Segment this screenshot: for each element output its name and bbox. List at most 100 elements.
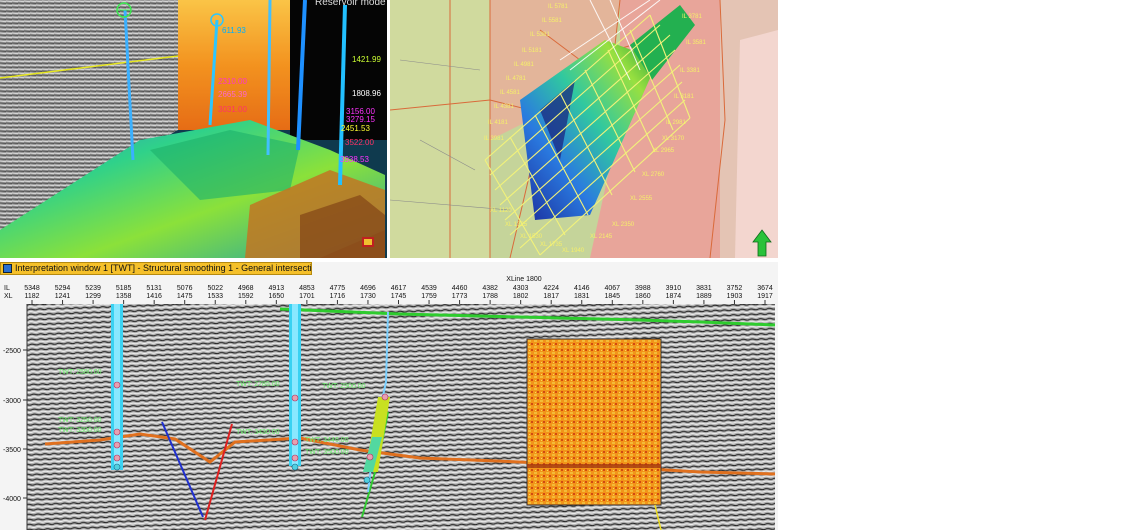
xl-tick-label: 1182	[24, 293, 39, 300]
well-label: 1421.99	[352, 55, 381, 64]
il-tick-label: 4913	[269, 285, 285, 292]
il-label: IL 4181	[488, 120, 508, 126]
depth-tick: -3000	[3, 398, 21, 405]
well-top-label: TWT: 2580.00	[58, 369, 102, 376]
xl-label: XL 2350	[612, 222, 635, 228]
xl-label: XL 2145	[590, 234, 613, 240]
xl-label: XL 2555	[630, 196, 653, 202]
xl-tick-label: 1802	[513, 293, 529, 300]
il-label: IL 3981	[484, 136, 504, 142]
well-top-label: TWT: 3430.00	[236, 429, 280, 436]
xl-tick-label: 1831	[574, 293, 590, 300]
il-label: IL 3181	[674, 94, 694, 100]
il-label: IL 4781	[506, 76, 526, 82]
il-tick-label: 4617	[391, 285, 407, 292]
il-tick-label: 5131	[146, 285, 162, 292]
il-tick-label: 3752	[727, 285, 743, 292]
xl-tick-label: 1903	[727, 293, 743, 300]
xl-tick-label: 1475	[177, 293, 193, 300]
xl-tick-label: 1358	[116, 293, 132, 300]
xl-label: XL 2760	[642, 172, 665, 178]
well-label: 2665.39	[218, 90, 247, 99]
xl-tick-label: 1788	[482, 293, 498, 300]
well-top-label: TWT: 2900.00	[322, 383, 366, 390]
view-title: Reservoir mode	[315, 0, 386, 8]
il-label: IL 5381	[530, 32, 550, 38]
xl-tick-label: 1241	[55, 293, 71, 300]
xl-tick-label: 1701	[299, 293, 315, 300]
xl-tick-label: 1917	[757, 293, 773, 300]
il-label: IL 3781	[682, 14, 702, 20]
well-label: 3522.00	[345, 138, 374, 147]
depth-tick: -2500	[3, 348, 21, 355]
il-label: IL 4581	[500, 90, 520, 96]
well-top-label: TWT: 3446.00	[305, 437, 349, 444]
xl-tick-label: 1299	[85, 293, 101, 300]
il-tick-label: 5076	[177, 285, 193, 292]
xl-label: XL 3170	[662, 136, 685, 142]
il-tick-label: 4146	[574, 285, 590, 292]
xl-label: XL 1120	[490, 208, 512, 214]
il-tick-label: 5348	[24, 285, 40, 292]
well-label: 3279.15	[346, 115, 375, 124]
il-tick-label: 4382	[482, 285, 498, 292]
il-tick-label: 3831	[696, 285, 712, 292]
il-tick-label: 4853	[299, 285, 315, 292]
il-label: IL 5581	[542, 18, 562, 24]
nav-cube-icon[interactable]	[362, 237, 374, 247]
il-xl-axis: 53481182 52941241 52391299 51851358 51311416…	[24, 285, 773, 304]
well-top-label: TWT: 3250.00	[58, 417, 102, 424]
depth-tick: -4000	[3, 496, 21, 503]
well-label: 3031.00	[218, 105, 247, 114]
xl-label: XL 1735	[540, 242, 563, 248]
xl-tick-label: 1592	[238, 293, 254, 300]
il-tick-label: 4696	[360, 285, 376, 292]
il-label: IL 2981	[666, 120, 686, 126]
well-top-label: TWT: 3300.00	[58, 427, 102, 434]
il-label: IL 5181	[522, 48, 542, 54]
xl-label: XL 1530	[520, 234, 543, 240]
3d-scene: Reservoir mode 611.93 1421.99 1808.96 23…	[0, 0, 387, 258]
xl-tick-label: 1745	[391, 293, 407, 300]
il-tick-label: 4968	[238, 285, 254, 292]
xl-label: XL 1325	[505, 222, 528, 228]
xl-header: XL	[4, 293, 13, 300]
il-tick-label: 3674	[757, 285, 773, 292]
il-header: IL	[4, 285, 10, 292]
xl-label: XL 1940	[562, 248, 585, 254]
xl-tick-label: 1716	[330, 293, 346, 300]
il-tick-label: 4775	[330, 285, 346, 292]
well-top-label: TWT: 2785.00	[236, 381, 280, 388]
interpretation-window[interactable]: Interpretation window 1 [TWT] - Structur…	[0, 262, 778, 530]
xl-tick-label: 1874	[666, 293, 682, 300]
map-canvas: IL 5781 IL 5581 IL 5381 IL 5181 IL 4981 …	[390, 0, 778, 258]
xl-tick-label: 1533	[207, 293, 223, 300]
il-tick-label: 5022	[207, 285, 223, 292]
il-label: IL 3381	[680, 68, 700, 74]
map-viewport[interactable]: IL 5781 IL 5581 IL 5381 IL 5181 IL 4981 …	[390, 0, 778, 258]
xl-tick-label: 1730	[360, 293, 376, 300]
xl-tick-label: 1759	[421, 293, 437, 300]
xl-tick-label: 1650	[269, 293, 285, 300]
well-label: 3938.53	[340, 155, 369, 164]
il-tick-label: 4303	[513, 285, 529, 292]
depth-tick: -3500	[3, 447, 21, 454]
il-tick-label: 3988	[635, 285, 651, 292]
xl-tick-label: 1773	[452, 293, 468, 300]
il-label: IL 4981	[514, 62, 534, 68]
il-label: IL 4381	[494, 104, 514, 110]
il-tick-label: 5185	[116, 285, 132, 292]
xl-tick-label: 1845	[605, 293, 621, 300]
il-tick-label: 4539	[421, 285, 437, 292]
well-top-label: TWT: 3500.00	[305, 449, 349, 456]
il-tick-label: 4460	[452, 285, 468, 292]
il-tick-label: 3910	[666, 285, 682, 292]
well-label: 611.93	[222, 26, 246, 35]
well-label: 2310.00	[218, 77, 247, 86]
well-label: 1808.96	[352, 89, 381, 98]
intersection-view: XLine 1800 IL XL 53481182 52941241 5239129…	[3, 276, 776, 530]
il-tick-label: 5239	[85, 285, 101, 292]
xl-tick-label: 1416	[146, 293, 162, 300]
3d-viewport[interactable]: Reservoir mode 611.93 1421.99 1808.96 23…	[0, 0, 387, 258]
il-tick-label: 5294	[55, 285, 71, 292]
